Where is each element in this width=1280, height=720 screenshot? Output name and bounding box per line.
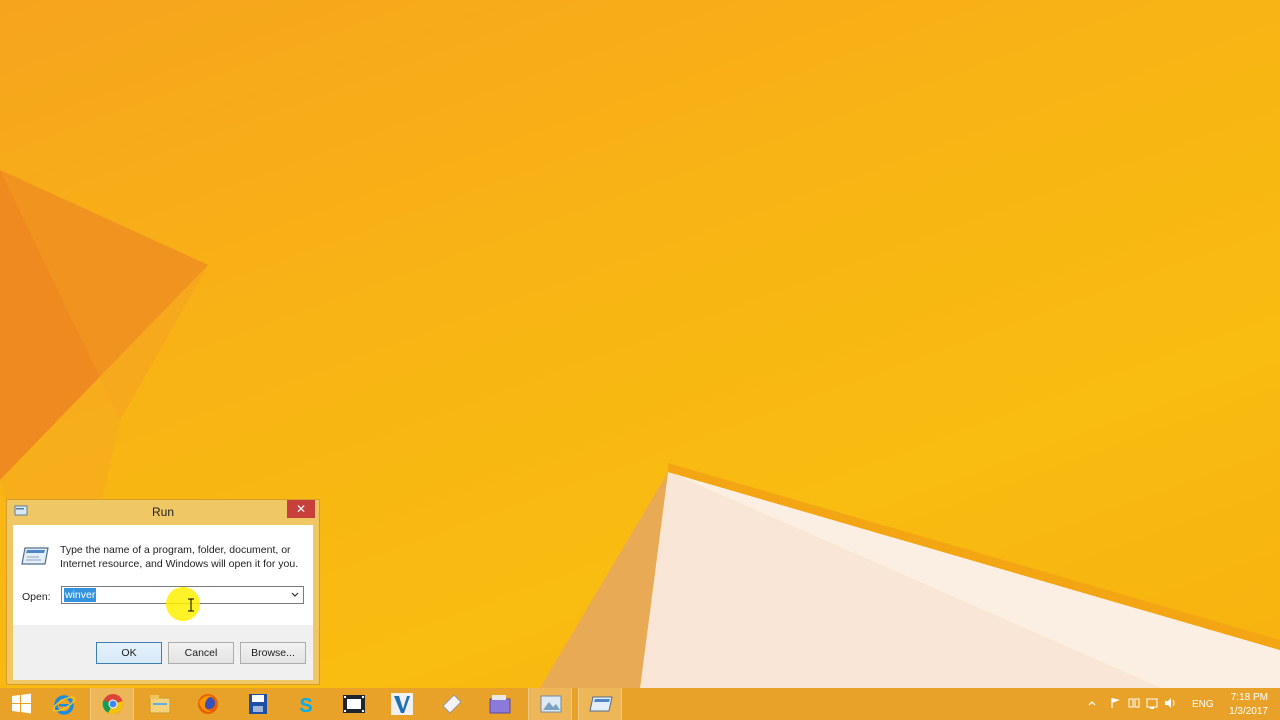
chevron-down-icon[interactable]: [290, 589, 300, 601]
taskbar-item-visual-studio[interactable]: [380, 688, 424, 720]
folder-window-icon: [489, 695, 511, 714]
ok-button[interactable]: OK: [96, 642, 162, 664]
text-cursor-icon: [188, 598, 194, 612]
run-titlebar[interactable]: Run ✕: [7, 500, 319, 524]
video-editor-icon: [343, 695, 365, 713]
taskbar: S ENG 7:18 PM 1/3/2017: [0, 688, 1280, 720]
desktop: Run ✕ Type the name of a program, folder…: [0, 0, 1280, 688]
chevron-up-icon[interactable]: [1088, 700, 1096, 706]
volume-icon[interactable]: [1164, 697, 1176, 709]
taskbar-item-video-editor[interactable]: [332, 688, 376, 720]
chrome-icon: [102, 694, 123, 715]
browse-button[interactable]: Browse...: [240, 642, 306, 664]
run-app-icon: [21, 547, 49, 565]
start-button[interactable]: [0, 688, 44, 720]
taskbar-item-folder-window[interactable]: [478, 688, 522, 720]
taskbar-item-eraser[interactable]: [430, 688, 474, 720]
dialog-button-area: OK Cancel Browse...: [13, 625, 313, 680]
clock-time[interactable]: 7:18 PM: [1231, 692, 1268, 703]
close-button[interactable]: ✕: [287, 500, 315, 518]
power-icon[interactable]: [1146, 697, 1158, 709]
open-label: Open:: [22, 591, 51, 603]
skype-icon: S: [299, 695, 312, 716]
taskbar-item-skype[interactable]: S: [284, 688, 328, 720]
taskbar-item-chrome[interactable]: [90, 688, 134, 720]
cancel-button[interactable]: Cancel: [168, 642, 234, 664]
taskbar-item-image-app[interactable]: [528, 688, 572, 720]
system-tray: ENG 7:18 PM 1/3/2017: [1080, 688, 1280, 720]
firefox-icon: [198, 694, 218, 714]
image-app-icon: [540, 695, 562, 713]
eraser-icon: [442, 694, 462, 714]
open-input[interactable]: winver: [64, 588, 97, 602]
run-dialog: Run ✕ Type the name of a program, folder…: [6, 499, 320, 685]
run-title: Run: [151, 505, 174, 519]
visual-studio-icon: [391, 693, 413, 715]
taskbar-item-save[interactable]: [236, 688, 280, 720]
wallpaper-shape-white-right: [640, 472, 1160, 688]
network-icon[interactable]: [1128, 697, 1140, 709]
action-center-flag-icon[interactable]: [1110, 697, 1122, 709]
svg-text:S: S: [299, 695, 312, 716]
run-description: Type the name of a program, folder, docu…: [60, 544, 299, 570]
run-icon: [589, 696, 613, 712]
start-icon: [12, 693, 31, 714]
taskbar-item-run[interactable]: [578, 688, 622, 720]
internet-explorer-icon: [52, 695, 76, 715]
taskbar-item-firefox[interactable]: [186, 688, 230, 720]
save-disk-icon: [249, 694, 267, 714]
taskbar-item-internet-explorer[interactable]: [42, 688, 86, 720]
clock-date[interactable]: 1/3/2017: [1229, 706, 1268, 717]
language-indicator[interactable]: ENG: [1192, 699, 1214, 710]
run-client-area: Type the name of a program, folder, docu…: [13, 525, 313, 680]
taskbar-item-file-explorer[interactable]: [138, 688, 182, 720]
file-explorer-icon: [149, 695, 171, 714]
